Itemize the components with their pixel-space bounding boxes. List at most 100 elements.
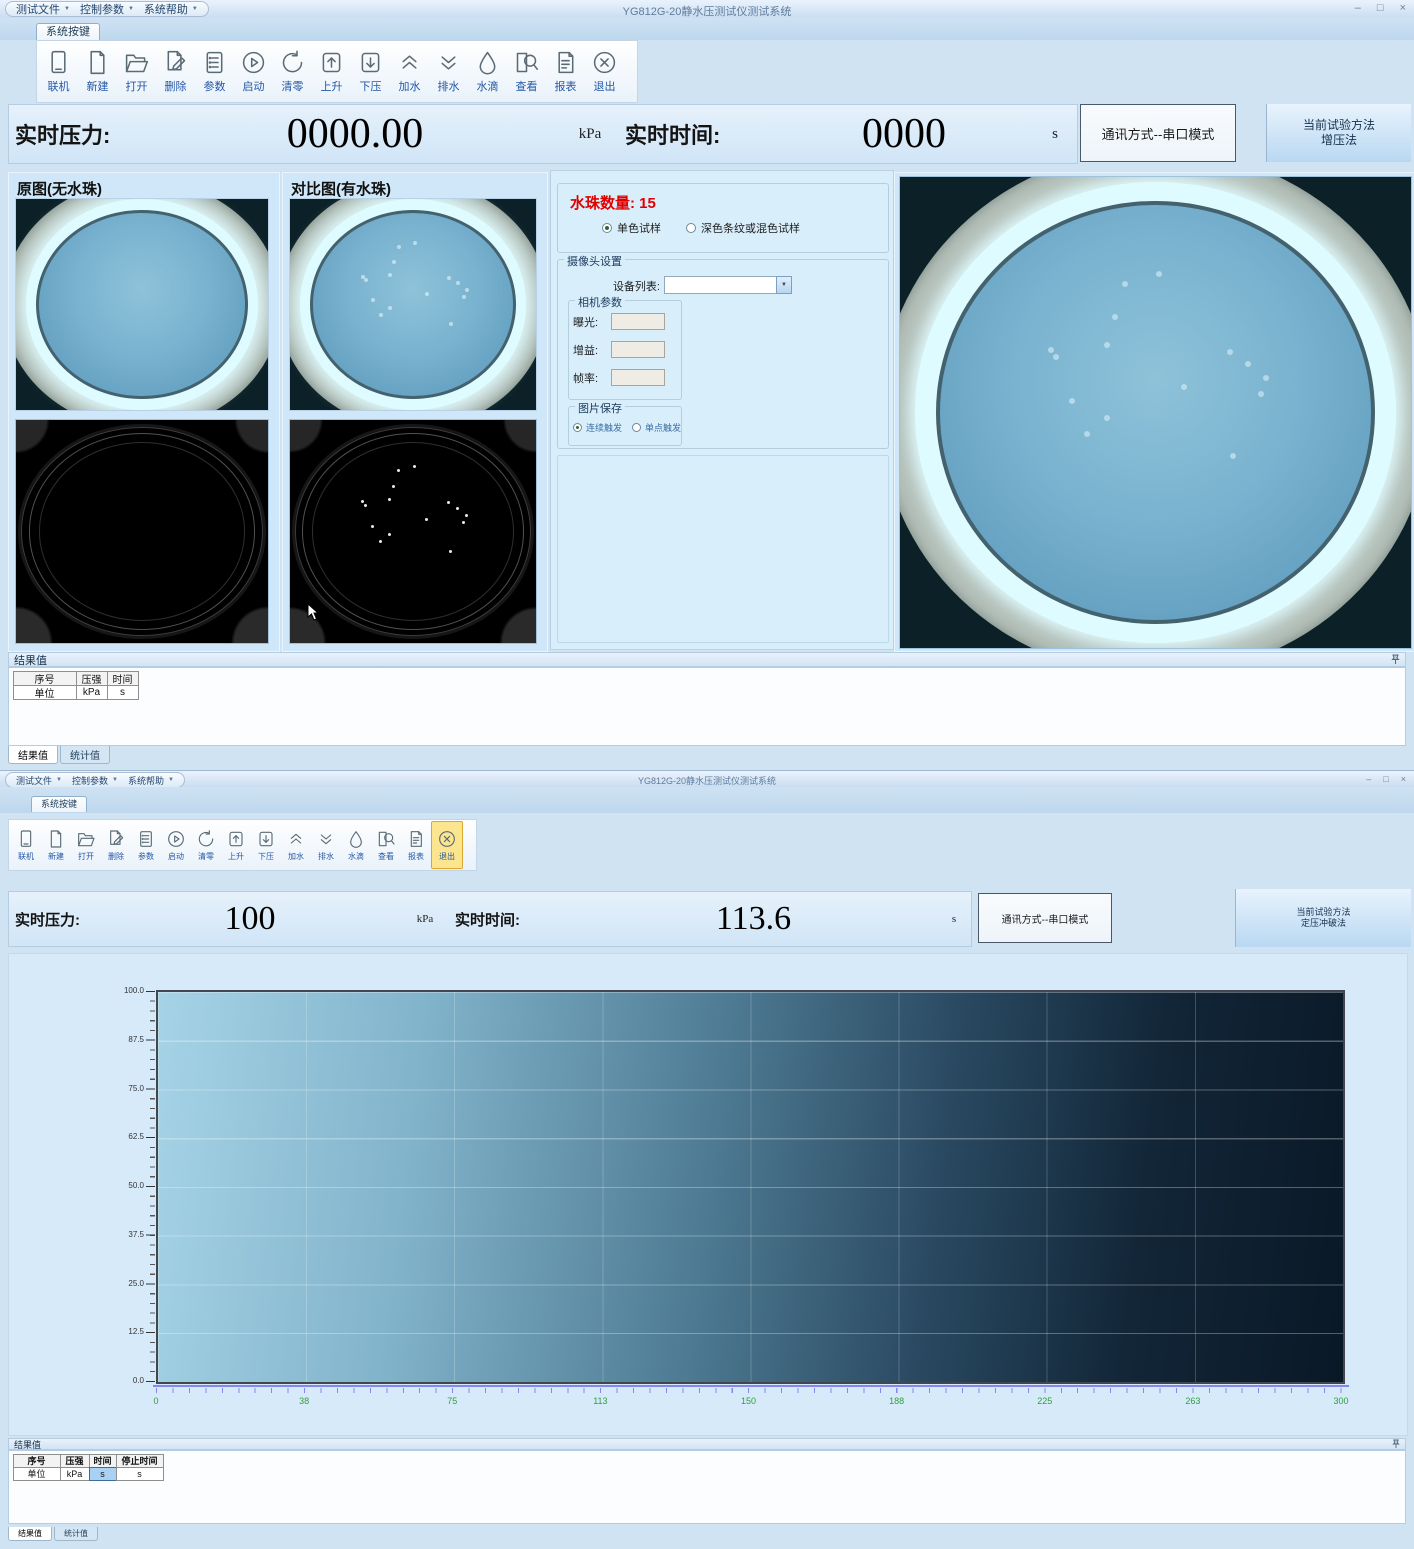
toolbar-button-drain[interactable]: 排水	[429, 44, 468, 100]
table-header-cell[interactable]: 停止时间	[116, 1454, 164, 1468]
camera-params-group: 相机参数 曝光: 增益: 帧率:	[568, 300, 682, 400]
droplet-dot	[1258, 391, 1264, 397]
table-cell[interactable]: 单位	[13, 1467, 61, 1481]
toolbar-button-report[interactable]: 报表	[401, 822, 431, 868]
results-tabrow: 结果值 统计值	[8, 1527, 98, 1541]
toolbar-button-params[interactable]: 参数	[131, 822, 161, 868]
radio-single-trigger[interactable]	[632, 423, 641, 432]
minimize-button[interactable]: –	[1366, 773, 1371, 785]
table-unit-row: 单位kPass	[13, 1467, 163, 1480]
menu-system-help[interactable]: 系统帮助▼	[128, 774, 174, 787]
x-tick-label: 113	[593, 1396, 607, 1406]
close-button[interactable]: ×	[1400, 2, 1406, 14]
table-header-cell[interactable]: 压强	[76, 671, 108, 686]
menu-control-params[interactable]: 控制参数▼	[80, 1, 134, 17]
close-button[interactable]: ×	[1401, 773, 1406, 785]
toolbar-button-reset[interactable]: 清零	[191, 822, 221, 868]
radio-icon[interactable]	[602, 223, 612, 233]
radio-continuous-trigger[interactable]	[573, 423, 582, 432]
toolbar-button-report[interactable]: 报表	[546, 44, 585, 100]
toolbar-button-drain[interactable]: 排水	[311, 822, 341, 868]
droplet-dot	[1230, 453, 1236, 459]
table-header-row: 序号压强时间	[13, 671, 138, 685]
menu-system-help[interactable]: 系统帮助▼	[144, 1, 198, 17]
toolbar-button-reset[interactable]: 清零	[273, 44, 312, 100]
pin-icon[interactable]	[1391, 654, 1400, 665]
delete-icon	[162, 49, 189, 76]
droplet-dot	[1069, 398, 1075, 404]
radio-icon[interactable]	[686, 223, 696, 233]
toolbar-button-delete[interactable]: 删除	[101, 822, 131, 868]
table-cell[interactable]: kPa	[60, 1467, 90, 1481]
x-tick-label: 188	[889, 1396, 904, 1406]
table-cell[interactable]: s	[107, 685, 139, 700]
pin-icon[interactable]	[1392, 1439, 1400, 1449]
gain-field[interactable]	[611, 341, 665, 358]
toolbar-button-start[interactable]: 启动	[161, 822, 191, 868]
table-cell[interactable]: s	[89, 1467, 117, 1481]
table-cell[interactable]: kPa	[76, 685, 108, 700]
main-window-running: 测试文件▼ 控制参数▼ 系统帮助▼ YG812G-20静水压测试仪测试系统 – …	[0, 770, 1414, 1549]
toolbar-button-add-water[interactable]: 加水	[390, 44, 429, 100]
comm-mode-button[interactable]: 通讯方式--串口模式	[978, 893, 1112, 943]
table-cell[interactable]: s	[116, 1467, 164, 1481]
menu-control-params[interactable]: 控制参数▼	[72, 774, 118, 787]
test-method-button[interactable]: 当前试验方法 定压冲破法	[1235, 889, 1411, 947]
menu-bar: 测试文件▼ 控制参数▼ 系统帮助▼	[5, 772, 185, 788]
comm-mode-button[interactable]: 通讯方式--串口模式	[1080, 104, 1236, 162]
table-header-cell[interactable]: 时间	[89, 1454, 117, 1468]
toolbar-button-droplet[interactable]: 水滴	[341, 822, 371, 868]
table-header-cell[interactable]: 序号	[13, 671, 77, 686]
radio-mono-sample[interactable]: 单色试样	[602, 220, 661, 236]
toolbar-button-droplet[interactable]: 水滴	[468, 44, 507, 100]
radio-dark-sample[interactable]: 深色条纹或混色试样	[686, 220, 800, 236]
toolbar-button-params[interactable]: 参数	[195, 44, 234, 100]
menu-test-file[interactable]: 测试文件▼	[16, 1, 70, 17]
device-list-label: 设备列表:	[594, 278, 660, 294]
toolbar-button-press[interactable]: 下压	[251, 822, 281, 868]
fabric-sample	[936, 201, 1375, 625]
table-header-cell[interactable]: 序号	[13, 1454, 61, 1468]
toolbar-button-view[interactable]: 查看	[371, 822, 401, 868]
tab-results[interactable]: 结果值	[8, 1527, 52, 1541]
exposure-field[interactable]	[611, 313, 665, 330]
toolbar-button-open-folder[interactable]: 打开	[117, 44, 156, 100]
toolbar-button-start[interactable]: 启动	[234, 44, 273, 100]
maximize-button[interactable]: □	[1383, 773, 1388, 785]
toolbar-button-delete[interactable]: 删除	[156, 44, 195, 100]
toolbar-button-exit[interactable]: 退出	[585, 44, 624, 100]
table-header-cell[interactable]: 压强	[60, 1454, 90, 1468]
toolbar-button-open-folder[interactable]: 打开	[71, 822, 101, 868]
new-file-icon	[46, 829, 66, 849]
tab-system-keys[interactable]: 系统按键	[31, 796, 87, 812]
tab-statistics[interactable]: 统计值	[54, 1527, 98, 1541]
device-list-combobox[interactable]: ▼	[664, 276, 778, 294]
table-header-cell[interactable]: 时间	[107, 671, 139, 686]
toolbar-button-press[interactable]: 下压	[351, 44, 390, 100]
toolbar-button-new-file[interactable]: 新建	[41, 822, 71, 868]
results-header: 结果值	[8, 652, 1406, 667]
tab-statistics[interactable]: 统计值	[60, 746, 110, 764]
minimize-button[interactable]: –	[1355, 2, 1361, 14]
maximize-button[interactable]: □	[1377, 2, 1384, 14]
gain-label: 增益:	[573, 342, 607, 358]
toolbar-button-connect[interactable]: 联机	[39, 44, 78, 100]
toolbar-button-connect[interactable]: 联机	[11, 822, 41, 868]
time-label: 实时时间:	[625, 118, 775, 150]
live-camera-panel	[894, 172, 1414, 652]
combobox-dropdown-icon[interactable]: ▼	[776, 276, 792, 294]
toolbar-button-rise[interactable]: 上升	[312, 44, 351, 100]
menu-test-file[interactable]: 测试文件▼	[16, 774, 62, 787]
toolbar-button-view[interactable]: 查看	[507, 44, 546, 100]
tab-system-keys[interactable]: 系统按键	[36, 23, 100, 41]
tab-results[interactable]: 结果值	[8, 746, 58, 764]
toolbar-button-add-water[interactable]: 加水	[281, 822, 311, 868]
toolbar-button-rise[interactable]: 上升	[221, 822, 251, 868]
framerate-field[interactable]	[611, 369, 665, 386]
drain-icon	[435, 49, 462, 76]
test-method-button[interactable]: 当前试验方法 增压法	[1266, 104, 1411, 162]
toolbar-button-exit[interactable]: 退出	[431, 821, 463, 869]
toolbar-button-new-file[interactable]: 新建	[78, 44, 117, 100]
table-cell[interactable]: 单位	[13, 685, 77, 700]
y-tick-label: 62.5	[94, 1132, 144, 1141]
